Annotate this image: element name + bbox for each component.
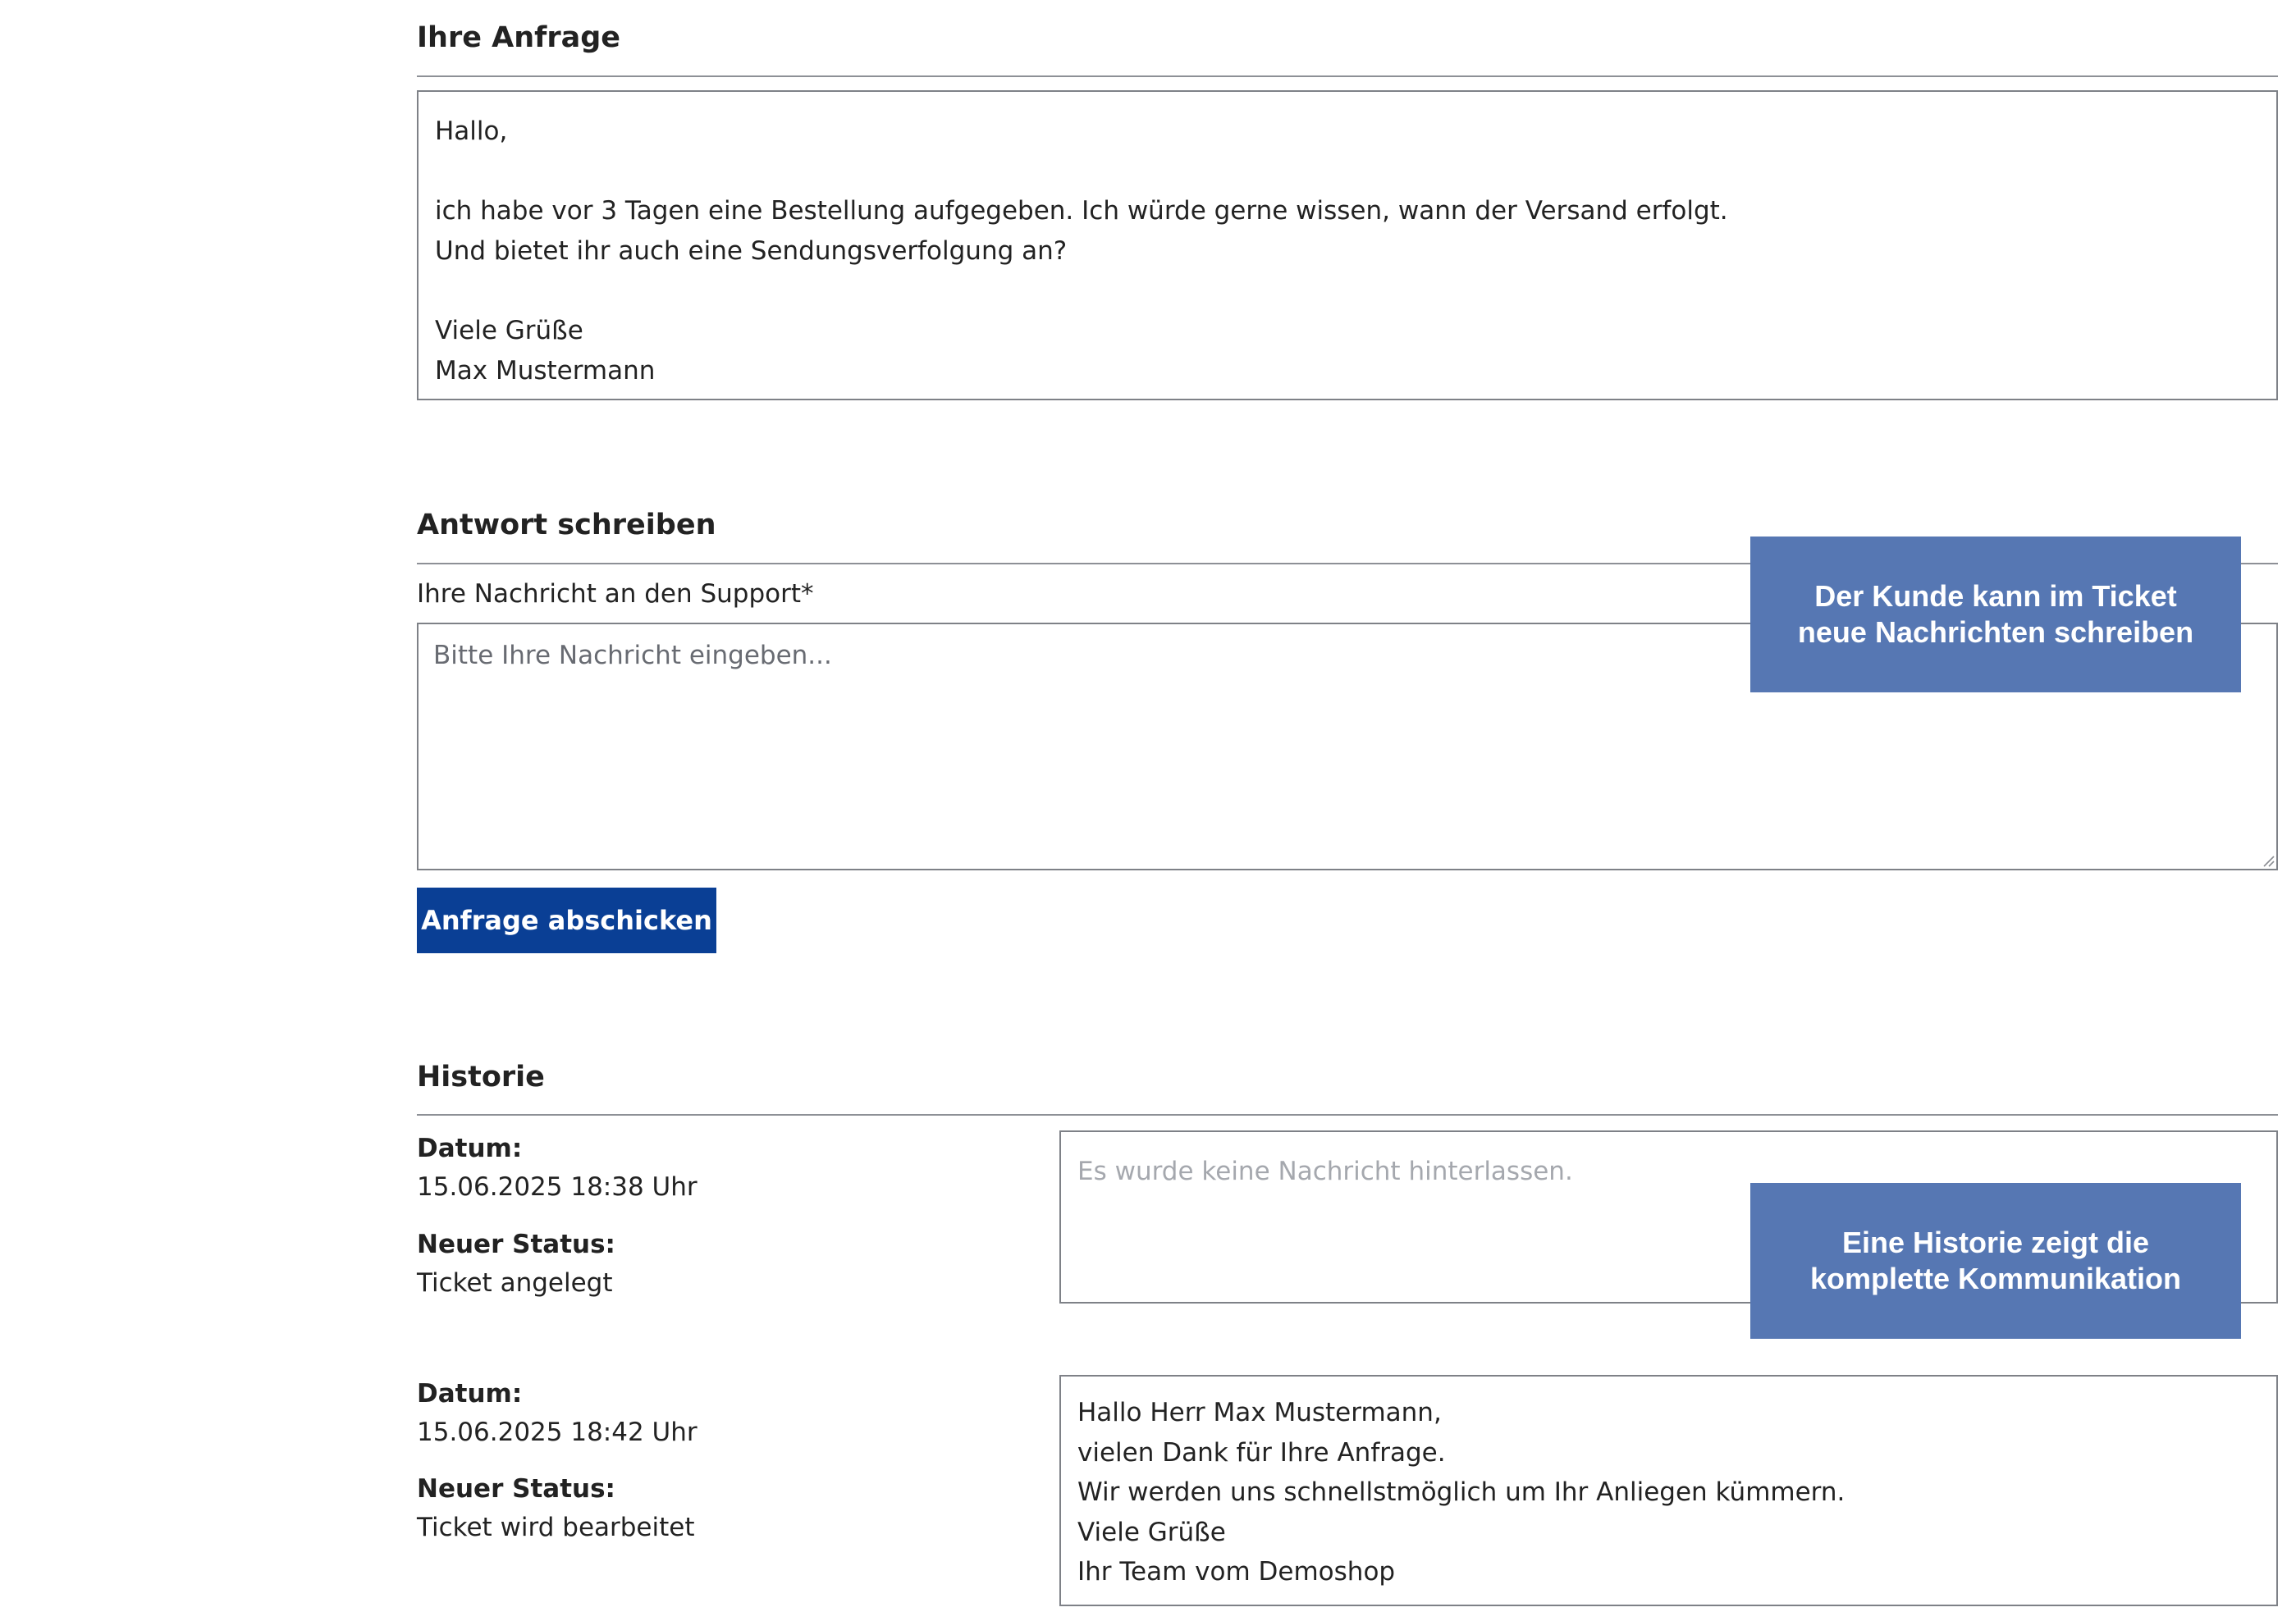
history-date-label: Datum: [417,1134,523,1163]
reply-field-label: Ihre Nachricht an den Support* [417,579,814,609]
request-line: Hallo, [435,116,508,146]
submit-request-button[interactable]: Anfrage abschicken [417,888,716,953]
request-message-box: Hallo, ich habe vor 3 Tagen eine Bestell… [417,90,2278,400]
request-blank-line [435,271,2262,311]
request-line: ich habe vor 3 Tagen eine Bestellung auf… [435,196,1728,226]
history-feature-callout: Eine Historie zeigt die komplette Kommun… [1750,1183,2241,1339]
history-status-value: Ticket angelegt [417,1268,613,1298]
history-message-line: Wir werden uns schnellstmöglich um Ihr A… [1077,1477,1845,1508]
callout-line: neue Nachrichten schreiben [1797,615,2194,649]
callout-line: komplette Kommunikation [1809,1262,2182,1295]
history-message-box: Hallo Herr Max Mustermann, vielen Dank f… [1059,1375,2278,1606]
request-line: Max Mustermann [435,355,656,386]
callout-line: Der Kunde kann im Ticket [1814,579,2177,613]
request-line: Und bietet ihr auch eine Sendungsverfolg… [435,235,1068,266]
history-divider [417,1114,2278,1116]
history-message-line: Viele Grüße [1077,1517,1226,1547]
callout-line: Eine Historie zeigt die [1841,1226,2150,1259]
request-divider [417,75,2278,77]
history-date-value: 15.06.2025 18:42 Uhr [417,1418,697,1447]
request-line: Viele Grüße [435,315,583,345]
history-date-label: Datum: [417,1379,523,1409]
history-heading: Historie [417,1061,545,1094]
reply-heading: Antwort schreiben [417,509,716,541]
history-status-label: Neuer Status: [417,1230,615,1259]
history-message-line: vielen Dank für Ihre Anfrage. [1077,1437,1446,1468]
request-heading: Ihre Anfrage [417,21,621,54]
request-blank-line [435,152,2262,192]
textarea-resize-handle[interactable] [2262,854,2275,867]
reply-feature-callout: Der Kunde kann im Ticket neue Nachrichte… [1750,537,2241,692]
history-date-value: 15.06.2025 18:38 Uhr [417,1172,697,1202]
history-status-value: Ticket wird bearbeitet [417,1513,695,1542]
history-status-label: Neuer Status: [417,1474,615,1504]
history-message-line: Ihr Team vom Demoshop [1077,1557,1396,1587]
history-message-line: Hallo Herr Max Mustermann, [1077,1398,1442,1427]
